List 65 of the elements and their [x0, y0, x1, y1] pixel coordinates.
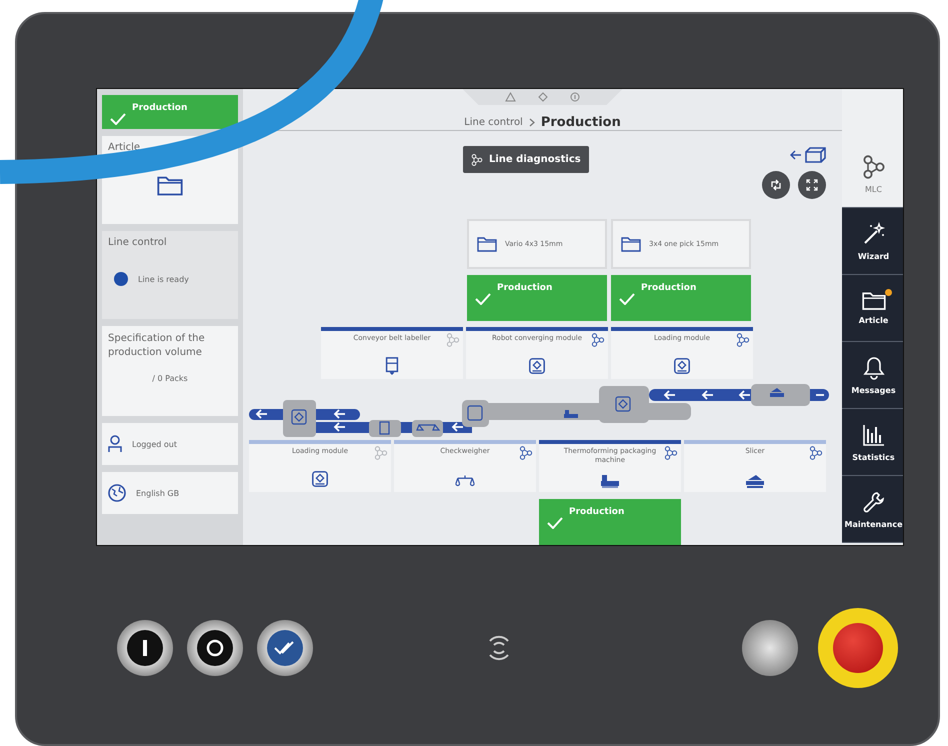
rotate-icon	[770, 179, 782, 191]
status-label: Production	[569, 507, 624, 517]
on-symbol-icon	[143, 640, 147, 656]
line-status-text: Line is ready	[138, 274, 189, 284]
double-check-icon	[274, 641, 296, 655]
breadcrumb-item: Production	[540, 115, 621, 130]
arrow-cube-icon	[790, 147, 826, 163]
folder-icon	[477, 236, 497, 252]
diagnostics-icon	[519, 446, 533, 460]
magic-wand-icon	[862, 222, 886, 246]
card-title: Article	[108, 142, 142, 153]
folder-icon	[621, 236, 641, 252]
breadcrumb-item[interactable]: Line control	[464, 117, 523, 128]
status-label: Production	[641, 283, 696, 293]
bar-chart-icon	[862, 422, 886, 446]
volume-value: / 0 Packs	[152, 374, 188, 383]
info-icon	[570, 92, 580, 102]
check-icon	[475, 293, 491, 305]
folder-icon	[862, 290, 886, 310]
node-graph-icon	[862, 154, 886, 178]
robot-module-icon	[311, 470, 329, 488]
language-text: English GB	[136, 488, 180, 498]
diagnostics-icon	[374, 446, 388, 460]
fullscreen-button[interactable]	[798, 171, 826, 199]
labeller-icon	[385, 357, 399, 375]
bell-icon	[862, 356, 884, 380]
status-dot	[114, 272, 128, 286]
production-volume-card[interactable]: Specification of the production volume / 0 Packs	[102, 326, 238, 416]
user-status-text: Logged out	[132, 440, 178, 448]
folder-icon	[157, 175, 183, 196]
check-icon	[110, 113, 126, 125]
wrench-icon	[862, 490, 886, 514]
node-graph-icon	[471, 154, 483, 166]
nav-item[interactable]: Statistics	[842, 409, 903, 476]
diagnostics-icon	[591, 333, 605, 347]
machine-icon	[600, 474, 620, 488]
line-diagnostics-button[interactable]: Line diagnostics	[463, 146, 589, 173]
language-card[interactable]: English GB	[102, 472, 238, 514]
line-control-card[interactable]: Line control Line is ready	[102, 231, 238, 319]
nav-item[interactable]: Maintenance	[842, 476, 903, 543]
nav-item[interactable]: Wizard	[842, 208, 903, 275]
nav-item[interactable]: Messages	[842, 342, 903, 409]
status-label: Production	[497, 283, 552, 293]
slicer-icon	[745, 474, 765, 488]
chevron-icon	[528, 118, 535, 127]
off-symbol-icon	[206, 639, 224, 657]
card-title: Line control	[108, 237, 168, 248]
diagnostics-icon	[809, 446, 823, 460]
card-title: Specification of the production volume	[108, 332, 206, 360]
diagnostics-icon	[736, 333, 750, 347]
robot-module-icon	[528, 357, 546, 375]
check-icon	[619, 293, 635, 305]
robot-module-icon	[673, 357, 691, 375]
diagnostics-icon	[664, 446, 678, 460]
user-icon	[108, 435, 122, 453]
warning-icon	[505, 92, 516, 102]
nav-item[interactable]: Article	[842, 275, 903, 342]
expand-icon	[806, 179, 818, 191]
check-icon	[547, 517, 563, 529]
diamond-icon	[538, 92, 548, 102]
scale-icon	[455, 474, 475, 488]
status-label: Production	[132, 103, 188, 113]
diagnostics-icon	[446, 333, 460, 347]
rotate-button[interactable]	[762, 171, 790, 199]
user-card[interactable]: Logged out	[102, 423, 238, 465]
